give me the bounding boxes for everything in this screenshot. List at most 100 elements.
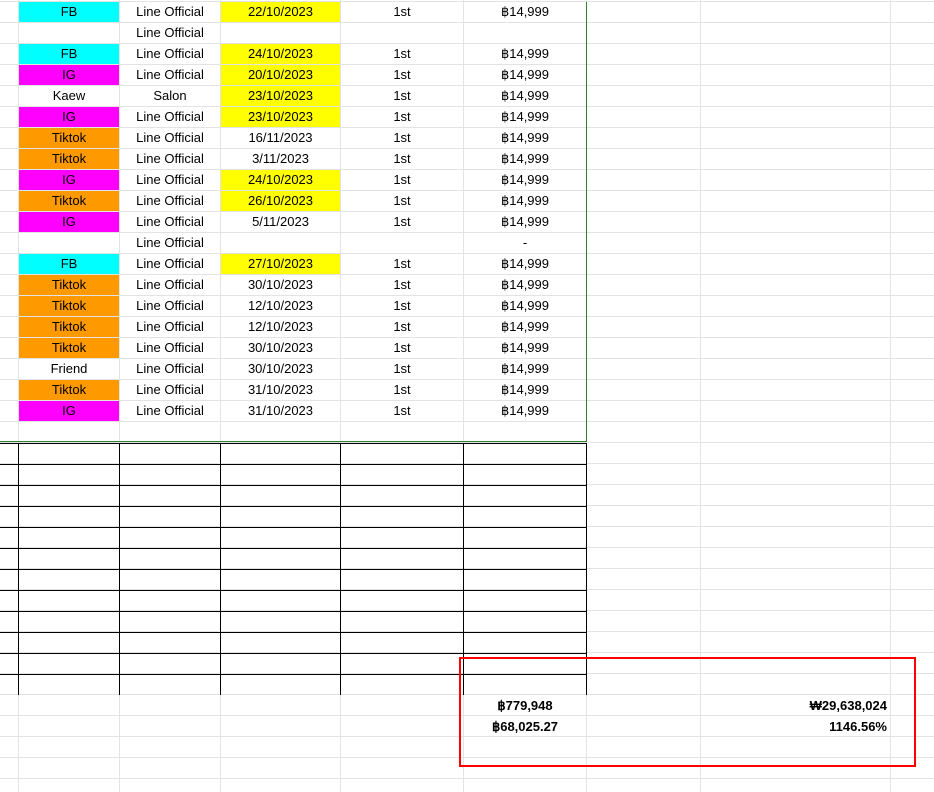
cell-round[interactable]: 1st bbox=[341, 191, 463, 211]
cell-channel[interactable]: Line Official bbox=[120, 317, 220, 337]
cell-source[interactable]: IG bbox=[19, 212, 119, 232]
cell-source[interactable]: FB bbox=[19, 254, 119, 274]
cell-channel[interactable]: Line Official bbox=[120, 359, 220, 379]
cell-channel[interactable]: Line Official bbox=[120, 275, 220, 295]
cell-date[interactable]: 16/11/2023 bbox=[221, 128, 340, 148]
cell-channel[interactable]: Line Official bbox=[120, 212, 220, 232]
cell-date[interactable]: 12/10/2023 bbox=[221, 296, 340, 316]
cell-source[interactable]: IG bbox=[19, 170, 119, 190]
cell-amount[interactable]: ฿14,999 bbox=[464, 317, 586, 337]
cell-channel[interactable]: Line Official bbox=[120, 170, 220, 190]
cell-amount[interactable]: ฿14,999 bbox=[464, 170, 586, 190]
cell-round[interactable] bbox=[341, 23, 463, 43]
cell-date[interactable]: 30/10/2023 bbox=[221, 338, 340, 358]
cell-round[interactable]: 1st bbox=[341, 296, 463, 316]
cell-amount[interactable]: ฿14,999 bbox=[464, 65, 586, 85]
cell-amount[interactable]: ฿14,999 bbox=[464, 44, 586, 64]
cell-channel[interactable]: Line Official bbox=[120, 380, 220, 400]
cell-source[interactable]: Tiktok bbox=[19, 128, 119, 148]
cell-source[interactable]: Tiktok bbox=[19, 338, 119, 358]
cell-source[interactable]: Tiktok bbox=[19, 275, 119, 295]
cell-channel[interactable]: Line Official bbox=[120, 23, 220, 43]
cell-channel[interactable]: Line Official bbox=[120, 128, 220, 148]
cell-channel[interactable]: Line Official bbox=[120, 254, 220, 274]
cell-date[interactable]: 31/10/2023 bbox=[221, 401, 340, 421]
cell-amount[interactable]: ฿14,999 bbox=[464, 380, 586, 400]
cell-date[interactable]: 5/11/2023 bbox=[221, 212, 340, 232]
cell-round[interactable]: 1st bbox=[341, 149, 463, 169]
cell-round[interactable]: 1st bbox=[341, 107, 463, 127]
cell-date[interactable] bbox=[221, 233, 340, 253]
cell-round[interactable]: 1st bbox=[341, 128, 463, 148]
cell-source[interactable]: Tiktok bbox=[19, 317, 119, 337]
cell-date[interactable]: 24/10/2023 bbox=[221, 44, 340, 64]
cell-channel[interactable]: Line Official bbox=[120, 107, 220, 127]
cell-source[interactable] bbox=[19, 233, 119, 253]
cell-amount[interactable]: ฿14,999 bbox=[464, 338, 586, 358]
cell-amount[interactable]: ฿14,999 bbox=[464, 86, 586, 106]
cell-amount[interactable]: ฿14,999 bbox=[464, 149, 586, 169]
cell-channel[interactable]: Line Official bbox=[120, 338, 220, 358]
cell-date[interactable] bbox=[221, 23, 340, 43]
cell-source[interactable] bbox=[19, 23, 119, 43]
cell-source[interactable]: Kaew bbox=[19, 86, 119, 106]
cell-channel[interactable]: Line Official bbox=[120, 233, 220, 253]
cell-amount[interactable] bbox=[464, 23, 586, 43]
cell-round[interactable]: 1st bbox=[341, 338, 463, 358]
cell-source[interactable]: Friend bbox=[19, 359, 119, 379]
cell-source[interactable]: IG bbox=[19, 107, 119, 127]
cell-amount[interactable]: ฿14,999 bbox=[464, 275, 586, 295]
cell-date[interactable]: 24/10/2023 bbox=[221, 170, 340, 190]
cell-round[interactable] bbox=[341, 233, 463, 253]
cell-amount[interactable]: - bbox=[464, 233, 586, 253]
cell-channel[interactable]: Line Official bbox=[120, 401, 220, 421]
cell-amount[interactable]: ฿14,999 bbox=[464, 254, 586, 274]
cell-date[interactable]: 30/10/2023 bbox=[221, 275, 340, 295]
cell-round[interactable]: 1st bbox=[341, 380, 463, 400]
cell-date[interactable]: 23/10/2023 bbox=[221, 107, 340, 127]
cell-source[interactable]: IG bbox=[19, 65, 119, 85]
cell-round[interactable]: 1st bbox=[341, 401, 463, 421]
cell-source[interactable]: Tiktok bbox=[19, 191, 119, 211]
cell-amount[interactable]: ฿14,999 bbox=[464, 401, 586, 421]
cell-date[interactable]: 23/10/2023 bbox=[221, 86, 340, 106]
cell-round[interactable]: 1st bbox=[341, 170, 463, 190]
cell-date[interactable]: 12/10/2023 bbox=[221, 317, 340, 337]
cell-date[interactable]: 20/10/2023 bbox=[221, 65, 340, 85]
cell-date[interactable]: 31/10/2023 bbox=[221, 380, 340, 400]
cell-round[interactable]: 1st bbox=[341, 86, 463, 106]
cell-round[interactable]: 1st bbox=[341, 65, 463, 85]
cell-round[interactable]: 1st bbox=[341, 359, 463, 379]
cell-source[interactable]: FB bbox=[19, 2, 119, 22]
cell-round[interactable]: 1st bbox=[341, 317, 463, 337]
cell-channel[interactable]: Line Official bbox=[120, 191, 220, 211]
cell-channel[interactable]: Line Official bbox=[120, 65, 220, 85]
cell-round[interactable]: 1st bbox=[341, 2, 463, 22]
cell-source[interactable]: IG bbox=[19, 401, 119, 421]
cell-amount[interactable]: ฿14,999 bbox=[464, 191, 586, 211]
cell-channel[interactable]: Salon bbox=[120, 86, 220, 106]
cell-date[interactable]: 26/10/2023 bbox=[221, 191, 340, 211]
spreadsheet-grid[interactable]: FB Line Official 22/10/2023 1st ฿14,999 Line … bbox=[0, 0, 934, 792]
cell-channel[interactable]: Line Official bbox=[120, 2, 220, 22]
cell-source[interactable]: Tiktok bbox=[19, 380, 119, 400]
cell-round[interactable]: 1st bbox=[341, 275, 463, 295]
cell-source[interactable]: FB bbox=[19, 44, 119, 64]
cell-amount[interactable]: ฿14,999 bbox=[464, 212, 586, 232]
cell-round[interactable]: 1st bbox=[341, 44, 463, 64]
cell-channel[interactable]: Line Official bbox=[120, 296, 220, 316]
cell-amount[interactable]: ฿14,999 bbox=[464, 296, 586, 316]
cell-amount[interactable]: ฿14,999 bbox=[464, 359, 586, 379]
cell-amount[interactable]: ฿14,999 bbox=[464, 2, 586, 22]
cell-date[interactable]: 3/11/2023 bbox=[221, 149, 340, 169]
cell-amount[interactable]: ฿14,999 bbox=[464, 107, 586, 127]
cell-date[interactable]: 22/10/2023 bbox=[221, 2, 340, 22]
cell-date[interactable]: 27/10/2023 bbox=[221, 254, 340, 274]
cell-date[interactable]: 30/10/2023 bbox=[221, 359, 340, 379]
cell-source[interactable]: Tiktok bbox=[19, 296, 119, 316]
cell-amount[interactable]: ฿14,999 bbox=[464, 128, 586, 148]
cell-round[interactable]: 1st bbox=[341, 212, 463, 232]
cell-channel[interactable]: Line Official bbox=[120, 149, 220, 169]
cell-round[interactable]: 1st bbox=[341, 254, 463, 274]
cell-channel[interactable]: Line Official bbox=[120, 44, 220, 64]
